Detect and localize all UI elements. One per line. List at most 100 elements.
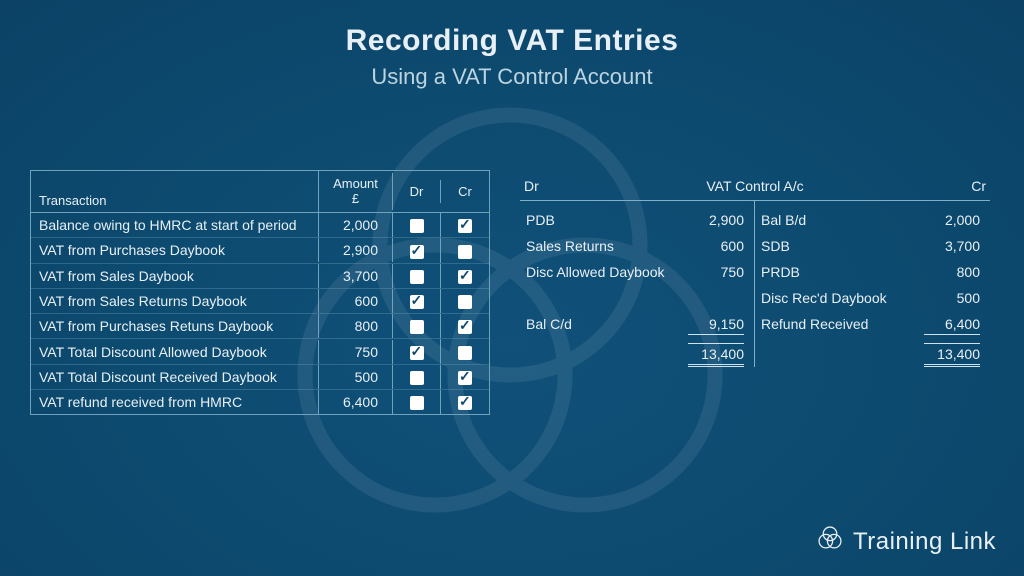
cr-cell-checkbox[interactable] [458,295,472,309]
dr-cell [393,238,441,262]
transaction-label: VAT refund received from HMRC [31,390,319,414]
cr-cell-checkbox[interactable] [458,245,472,259]
t-line-label: Bal B/d [761,212,806,228]
dr-cell [393,289,441,313]
t-line-value: 2,900 [688,212,744,228]
col-cr: Cr [441,180,489,203]
cr-cell-checkbox[interactable] [458,219,472,233]
t-line-value: 500 [924,290,980,306]
t-account: Dr VAT Control A/c Cr PDB 2,900 Sales Retu… [520,176,990,367]
t-account-line: Bal C/d 9,150 [524,311,750,340]
transaction-amount: 500 [319,365,393,389]
table-row: VAT from Purchases Daybook2,900 [31,237,489,262]
cr-cell [441,365,489,389]
dr-cell [393,264,441,288]
t-line-label: Disc Allowed Daybook [526,264,665,280]
transaction-label: VAT from Purchases Retuns Daybook [31,314,319,338]
dr-cell-checkbox[interactable] [410,295,424,309]
transaction-label: VAT from Sales Daybook [31,264,319,288]
t-line-label: PDB [526,212,555,228]
t-account-line: Disc Rec'd Daybook 500 [759,285,986,311]
t-account-total: 13,400 [524,340,750,367]
cr-cell [441,238,489,262]
dr-cell-checkbox[interactable] [410,371,424,385]
transaction-amount: 2,000 [319,213,393,237]
dr-cell-checkbox[interactable] [410,270,424,284]
t-account-total: 13,400 [759,340,986,367]
dr-cell [393,314,441,338]
t-account-cr-label: Cr [804,178,986,194]
table-row: VAT from Purchases Retuns Daybook800 [31,313,489,338]
t-line-label: SDB [761,238,790,254]
transaction-amount: 800 [319,314,393,338]
cr-cell [441,264,489,288]
dr-cell-checkbox[interactable] [410,245,424,259]
t-account-spacer [524,285,750,311]
col-transaction: Transaction [31,171,319,212]
t-account-line: PDB 2,900 [524,207,750,233]
dr-cell [393,213,441,237]
t-line-value: 800 [924,264,980,280]
t-line-value: 9,150 [688,316,744,335]
t-account-title: VAT Control A/c [706,178,803,194]
t-total-value: 13,400 [688,343,744,367]
t-line-label: Sales Returns [526,238,614,254]
transaction-amount: 600 [319,289,393,313]
t-account-dr-label: Dr [524,178,706,194]
table-row: VAT Total Discount Allowed Daybook750 [31,338,489,363]
transaction-label: VAT Total Discount Received Daybook [31,365,319,389]
dr-cell-checkbox[interactable] [410,219,424,233]
cr-cell-checkbox[interactable] [458,371,472,385]
t-account-line: PRDB 800 [759,259,986,285]
transaction-amount: 3,700 [319,264,393,288]
t-line-value: 6,400 [924,316,980,335]
cr-cell [441,339,489,363]
cr-cell [441,314,489,338]
dr-cell-checkbox[interactable] [410,346,424,360]
cr-cell-checkbox[interactable] [458,320,472,334]
t-line-label: PRDB [761,264,800,280]
dr-cell-checkbox[interactable] [410,320,424,334]
t-account-line: Refund Received 6,400 [759,311,986,340]
t-line-value: 3,700 [924,238,980,254]
transaction-table: Transaction Amount £ Dr Cr Balance owing… [30,170,490,415]
page-subtitle: Using a VAT Control Account [0,64,1024,90]
transaction-amount: 6,400 [319,390,393,414]
cr-cell-checkbox[interactable] [458,396,472,410]
dr-cell [393,365,441,389]
cr-cell [441,289,489,313]
col-dr: Dr [393,180,441,203]
table-row: Balance owing to HMRC at start of period… [31,213,489,237]
t-account-line: Bal B/d 2,000 [759,207,986,233]
t-account-line: SDB 3,700 [759,233,986,259]
t-account-line: Sales Returns 600 [524,233,750,259]
t-line-label: Bal C/d [526,316,572,335]
transaction-label: Balance owing to HMRC at start of period [31,213,319,237]
dr-cell-checkbox[interactable] [410,396,424,410]
t-line-label: Disc Rec'd Daybook [761,290,887,306]
table-row: VAT Total Discount Received Daybook500 [31,364,489,389]
cr-cell [441,390,489,414]
t-account-credit-column: Bal B/d 2,000 SDB 3,700 PRDB 800 Disc Rec'd Da… [755,201,990,367]
t-line-value: 600 [688,238,744,254]
table-header-row: Transaction Amount £ Dr Cr [31,171,489,213]
transaction-label: VAT Total Discount Allowed Daybook [31,340,319,364]
table-row: VAT from Sales Returns Daybook600 [31,288,489,313]
transaction-amount: 750 [319,340,393,364]
cr-cell [441,213,489,237]
t-line-label: Refund Received [761,316,868,335]
dr-cell [393,390,441,414]
transaction-amount: 2,900 [319,238,393,262]
transaction-label: VAT from Purchases Daybook [31,238,319,262]
t-account-line: Disc Allowed Daybook 750 [524,259,750,285]
dr-cell [393,339,441,363]
t-line-value: 2,000 [924,212,980,228]
t-line-value: 750 [688,264,744,280]
transaction-label: VAT from Sales Returns Daybook [31,289,319,313]
table-row: VAT refund received from HMRC6,400 [31,389,489,414]
t-account-debit-column: PDB 2,900 Sales Returns 600 Disc Allowed Day… [520,201,755,367]
cr-cell-checkbox[interactable] [458,270,472,284]
brand-text: Training Link [853,528,996,556]
t-total-value: 13,400 [924,343,980,367]
cr-cell-checkbox[interactable] [458,346,472,360]
